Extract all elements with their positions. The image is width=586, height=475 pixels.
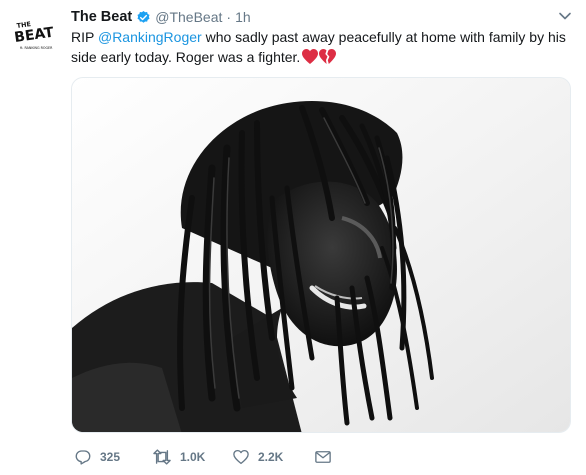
portrait-photo (72, 78, 570, 432)
like-count: 2.2K (258, 450, 284, 464)
tweet-photo[interactable] (71, 77, 571, 433)
mention-link[interactable]: @RankingRoger (98, 29, 202, 45)
hearts-emoji-icon (302, 49, 337, 70)
retweet-icon (153, 449, 171, 465)
envelope-icon (315, 451, 331, 463)
direct-message-button[interactable] (314, 448, 332, 466)
display-name[interactable]: The Beat (71, 9, 132, 25)
like-button[interactable]: 2.2K (232, 448, 283, 466)
retweet-button[interactable]: 1.0K (152, 448, 205, 466)
tweet-header: The Beat @TheBeat · 1h (71, 7, 251, 27)
reply-button[interactable]: 325 (74, 448, 120, 466)
heart-icon (233, 449, 249, 465)
chevron-down-icon[interactable] (558, 9, 572, 23)
tweet-actions: 325 1.0K 2.2K (71, 448, 371, 468)
reply-icon (75, 450, 91, 465)
reply-count: 325 (100, 450, 121, 464)
avatar[interactable]: THE BEAT ft. RANKING ROGER (11, 12, 59, 60)
svg-text:ft. RANKING ROGER: ft. RANKING ROGER (20, 46, 53, 50)
timestamp[interactable]: 1h (235, 9, 251, 25)
handle[interactable]: @TheBeat (155, 9, 222, 25)
the-beat-logo: THE BEAT ft. RANKING ROGER (11, 12, 59, 60)
tweet-text: RIP @RankingRoger who sadly past away pe… (71, 27, 571, 70)
retweet-count: 1.0K (180, 450, 206, 464)
verified-badge-icon (136, 10, 151, 25)
tweet[interactable]: THE BEAT ft. RANKING ROGER The Beat @The… (0, 0, 586, 475)
separator-dot: · (226, 9, 232, 25)
tweet-text-pre: RIP (71, 29, 98, 45)
